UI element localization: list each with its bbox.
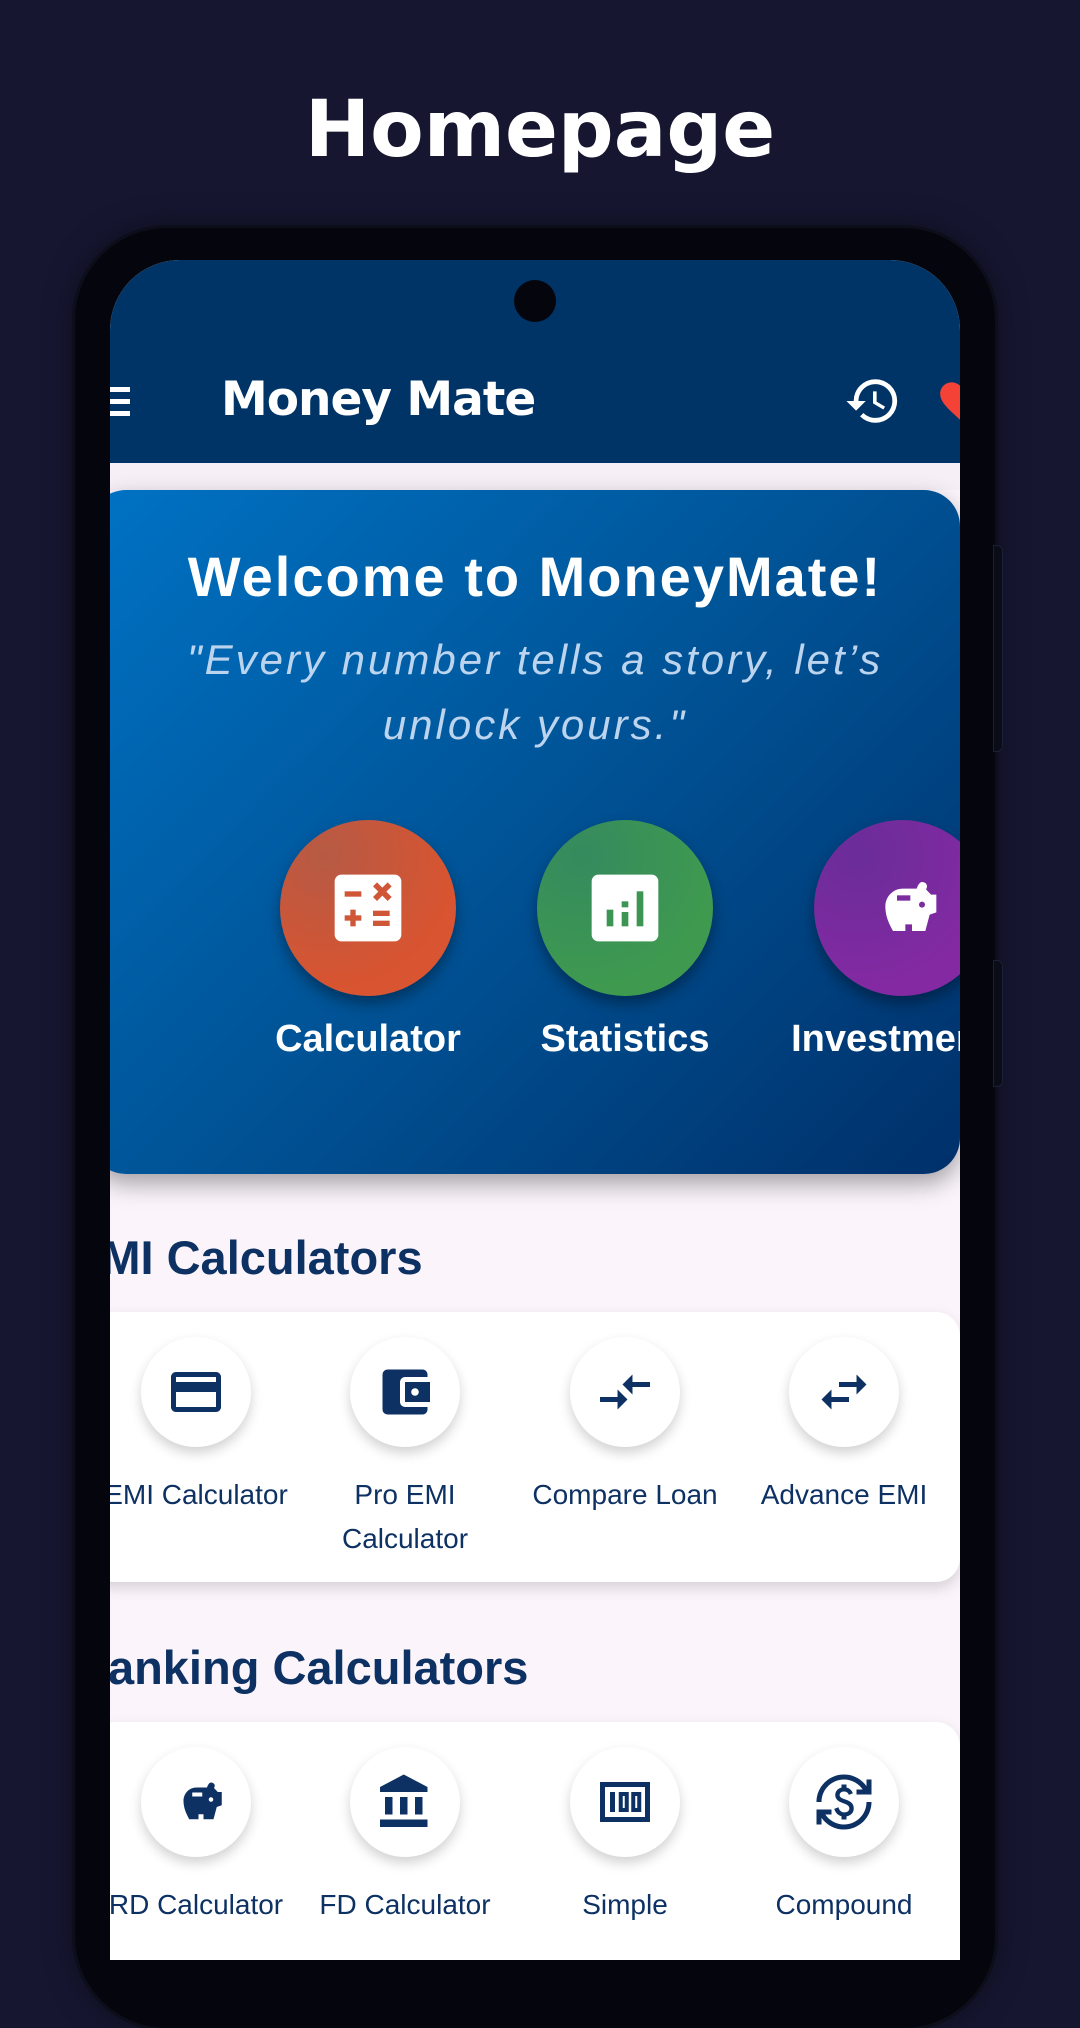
compare-loan-label: Compare Loan: [532, 1479, 718, 1510]
compare-arrows-icon: [600, 1374, 650, 1410]
advance-emi-label: Advance EMI: [760, 1479, 928, 1510]
piggy-bank-icon: [183, 1782, 222, 1820]
hamburger-menu-icon[interactable]: [110, 387, 130, 417]
investments-label: Investments: [791, 1018, 960, 1060]
quote-line-1: "Every number tells a story, let’s: [186, 636, 884, 683]
phone-volume-button: [993, 545, 1003, 752]
pro-emi-label-line-1: Pro EMI: [354, 1479, 456, 1510]
pro-emi-calculator-label: Pro EMI Calculator: [295, 1473, 515, 1561]
welcome-card: Welcome to MoneyMate! "Every number tell…: [110, 490, 960, 1174]
calculator-button[interactable]: Calculator: [248, 820, 488, 1061]
phone-screen: Money Mate Welcome to MoneyMate! "Every …: [110, 260, 960, 1960]
credit-card-icon: [171, 1372, 221, 1412]
piggy-bank-icon: [885, 882, 937, 931]
rd-calculator-button[interactable]: RD Calculator: [110, 1747, 306, 1927]
app-bar: Money Mate: [110, 260, 960, 463]
simple-interest-button[interactable]: Simple: [515, 1747, 735, 1927]
compound-interest-button[interactable]: Compound: [734, 1747, 954, 1927]
fd-calculator-label: FD Calculator: [319, 1889, 491, 1920]
calculator-icon: [334, 874, 402, 942]
swap-arrows-icon: [821, 1374, 867, 1410]
welcome-title: Welcome to MoneyMate!: [187, 545, 883, 608]
compare-loan-button[interactable]: Compare Loan: [515, 1337, 735, 1517]
statistics-label: Statistics: [540, 1018, 710, 1060]
bank-icon: [380, 1774, 428, 1827]
front-camera: [514, 280, 556, 322]
currency-exchange-icon: [816, 1774, 872, 1830]
rd-calculator-label: RD Calculator: [110, 1889, 284, 1920]
pro-emi-calculator-button[interactable]: Pro EMI Calculator: [295, 1337, 515, 1561]
content-top-strip: [110, 463, 960, 490]
phone-power-button: [993, 960, 1003, 1087]
statistics-button[interactable]: Statistics: [505, 820, 745, 1061]
advance-emi-button[interactable]: Advance EMI: [734, 1337, 954, 1517]
simple-interest-label: Simple: [582, 1889, 668, 1920]
emi-tools-card: EMI Calculator Pro EMI Calculator Compar…: [110, 1312, 960, 1582]
calculator-label: Calculator: [275, 1018, 461, 1060]
app-title: Money Mate: [221, 372, 536, 427]
emi-calculator-button[interactable]: EMI Calculator: [110, 1337, 306, 1517]
compound-interest-label: Compound: [775, 1889, 913, 1920]
banking-tools-card: RD Calculator FD Calculator Simple Compo…: [110, 1722, 960, 1960]
wallet-icon: [382, 1369, 430, 1415]
banking-section-title: Banking Calculators: [110, 1641, 529, 1694]
hundred-note-icon: [600, 1782, 650, 1822]
heart-icon[interactable]: [936, 376, 960, 422]
emi-section-title: EMI Calculators: [110, 1231, 423, 1284]
investments-button[interactable]: Investments: [782, 820, 960, 1061]
history-icon[interactable]: [844, 372, 902, 430]
emi-calculator-label: EMI Calculator: [110, 1479, 288, 1510]
quote-line-2: unlock yours.": [382, 701, 688, 748]
fd-calculator-button[interactable]: FD Calculator: [295, 1747, 515, 1927]
bar-chart-icon: [591, 874, 659, 942]
page-title: Homepage: [304, 85, 776, 175]
pro-emi-label-line-2: Calculator: [341, 1523, 469, 1554]
welcome-quote: "Every number tells a story, let’s unloc…: [150, 627, 920, 757]
